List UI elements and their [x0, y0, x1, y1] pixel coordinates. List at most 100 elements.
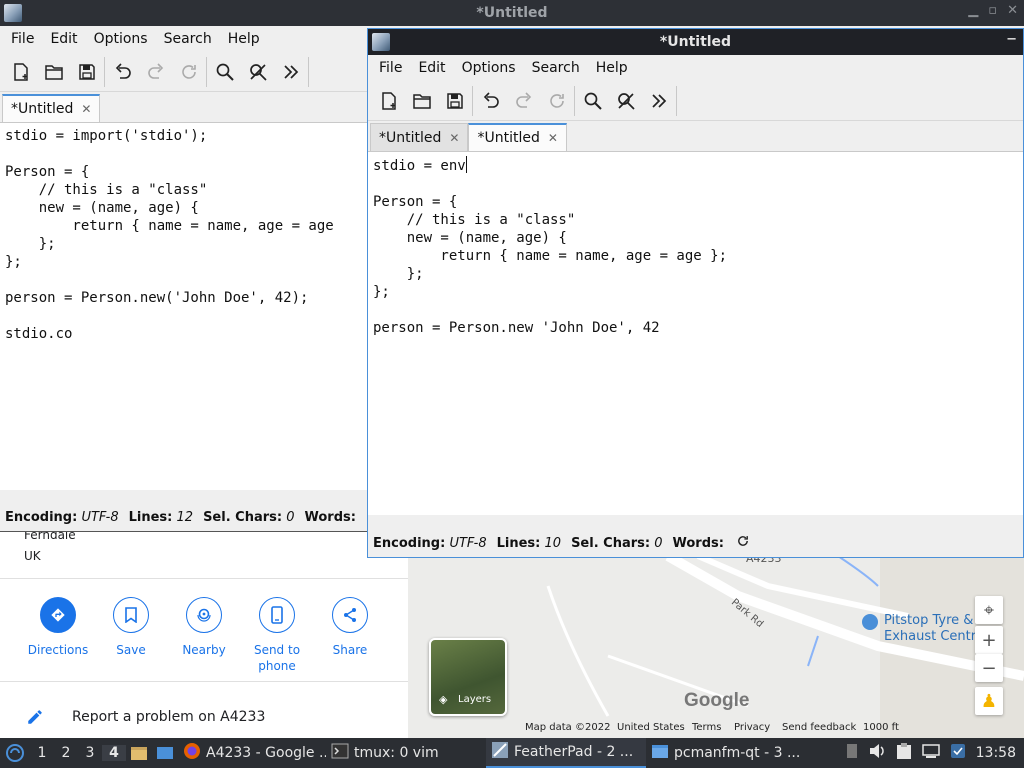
task-featherpad[interactable]: FeatherPad - 2 ... — [486, 738, 646, 768]
save-icon[interactable] — [70, 56, 103, 88]
file-manager-launcher-icon[interactable] — [126, 745, 152, 761]
reload-icon[interactable] — [172, 56, 205, 88]
minimize-icon[interactable]: ▁ — [968, 3, 978, 18]
undo-icon[interactable] — [474, 85, 507, 117]
task-terminal[interactable]: tmux: 0 vim — [326, 738, 486, 768]
text-caret — [465, 156, 467, 173]
start-menu-icon[interactable] — [0, 743, 30, 763]
reload-icon[interactable] — [540, 85, 573, 117]
maximize-icon[interactable]: ▫ — [988, 3, 997, 18]
directions-button[interactable]: Directions — [22, 597, 94, 658]
find-replace-icon[interactable] — [241, 56, 274, 88]
report-problem-link[interactable]: Report a problem on A4233 — [72, 709, 265, 725]
sel-chars-value: 0 — [654, 535, 663, 551]
zoom-out-button[interactable]: − — [975, 654, 1003, 682]
more-chevron-icon[interactable] — [274, 56, 307, 88]
redo-icon[interactable] — [139, 56, 172, 88]
toolbar-separator — [104, 56, 105, 87]
sel-chars-value: 0 — [286, 509, 295, 525]
title-bar[interactable]: *Untitled − — [368, 29, 1023, 55]
tab-untitled-1[interactable]: *Untitled ✕ — [370, 123, 469, 151]
task-file-manager[interactable]: pcmanfm-qt - 3 ... — [646, 738, 806, 768]
poi-label[interactable]: Pitstop Tyre & Exhaust Centre — [884, 613, 984, 645]
minimize-icon[interactable]: − — [1006, 32, 1017, 47]
tab-label: *Untitled — [477, 130, 540, 146]
save-place-button[interactable]: Save — [95, 597, 167, 658]
send-feedback-link[interactable]: Send feedback — [782, 722, 856, 733]
open-folder-icon[interactable] — [405, 85, 438, 117]
menu-file[interactable]: File — [3, 31, 42, 47]
new-file-icon[interactable] — [372, 85, 405, 117]
share-button[interactable]: Share — [314, 597, 386, 658]
menu-help[interactable]: Help — [220, 31, 268, 47]
editor-text: stdio = import('stdio'); Person = { // t… — [5, 128, 334, 342]
pencil-icon — [26, 708, 44, 730]
refresh-words-icon[interactable] — [736, 534, 750, 552]
window-title: *Untitled — [476, 5, 548, 21]
workspace-3[interactable]: 3 — [78, 745, 102, 761]
menu-search[interactable]: Search — [156, 31, 220, 47]
menu-bar: File Edit Options Search Help — [368, 55, 1023, 81]
menu-help[interactable]: Help — [588, 60, 636, 76]
window-switcher-icon[interactable] — [846, 743, 858, 763]
volume-icon[interactable] — [868, 743, 886, 763]
taskbar: 1 2 3 4 A4233 - Google ... tmux: 0 vim F… — [0, 738, 1024, 768]
workspace-4[interactable]: 4 — [102, 745, 126, 761]
find-replace-icon[interactable] — [609, 85, 642, 117]
featherpad-icon — [4, 4, 22, 22]
save-icon[interactable] — [438, 85, 471, 117]
workspace-2[interactable]: 2 — [54, 745, 78, 761]
layers-button[interactable]: ◈ Layers — [429, 638, 507, 716]
layers-label: Layers — [458, 694, 492, 705]
menu-options[interactable]: Options — [86, 31, 156, 47]
menu-search[interactable]: Search — [524, 60, 588, 76]
terms-link[interactable]: Terms — [692, 722, 721, 733]
terminal-icon — [331, 743, 349, 763]
menu-file[interactable]: File — [371, 60, 410, 76]
more-chevron-icon[interactable] — [642, 85, 675, 117]
title-bar[interactable]: *Untitled ▁ ▫ ✕ — [0, 0, 1024, 26]
poi-marker-icon[interactable] — [862, 614, 878, 630]
redo-icon[interactable] — [507, 85, 540, 117]
map-view[interactable]: A4233 Park Rd Pitstop Tyre & Exhaust Cen… — [408, 556, 1024, 738]
clock[interactable]: 13:58 — [976, 745, 1016, 761]
my-location-icon[interactable]: ⌖ — [975, 596, 1003, 624]
new-file-icon[interactable] — [4, 56, 37, 88]
lines-value: 10 — [544, 535, 562, 551]
featherpad-window-front[interactable]: *Untitled − File Edit Options Search Hel… — [367, 28, 1024, 558]
zoom-in-button[interactable]: + — [975, 626, 1003, 654]
tab-untitled[interactable]: *Untitled ✕ — [2, 94, 101, 122]
clipboard-icon[interactable] — [896, 742, 912, 764]
system-tray: 13:58 — [846, 742, 1024, 764]
close-tab-icon[interactable]: ✕ — [449, 131, 459, 145]
close-tab-icon[interactable]: ✕ — [548, 131, 558, 145]
tab-untitled-2[interactable]: *Untitled ✕ — [468, 123, 567, 151]
task-firefox[interactable]: A4233 - Google ... — [178, 738, 326, 768]
window-title: *Untitled — [659, 34, 732, 50]
menu-edit[interactable]: Edit — [410, 60, 453, 76]
undo-icon[interactable] — [106, 56, 139, 88]
network-icon[interactable] — [921, 743, 940, 763]
open-folder-icon[interactable] — [37, 56, 70, 88]
toolbar-separator — [676, 85, 677, 116]
menu-edit[interactable]: Edit — [42, 31, 85, 47]
find-icon[interactable] — [208, 56, 241, 88]
text-editor[interactable]: stdio = env Person = { // this is a "cla… — [368, 151, 1023, 515]
close-tab-icon[interactable]: ✕ — [81, 102, 91, 116]
find-icon[interactable] — [576, 85, 609, 117]
featherpad-icon — [372, 33, 390, 51]
pegman-icon[interactable]: ♟ — [975, 687, 1003, 715]
nearby-button[interactable]: Nearby — [168, 597, 240, 658]
update-notifier-icon[interactable] — [950, 743, 966, 763]
scale-label: 1000 ft — [863, 722, 899, 733]
workspace-1[interactable]: 1 — [30, 745, 54, 761]
featherpad-icon — [491, 741, 509, 763]
map-data-credit: Map data ©2022 — [525, 722, 611, 733]
toolbar-separator — [308, 56, 309, 87]
firefox-icon — [183, 742, 201, 764]
send-to-phone-button[interactable]: Send to phone — [241, 597, 313, 674]
close-icon[interactable]: ✕ — [1007, 3, 1018, 18]
show-desktop-icon[interactable] — [152, 746, 178, 760]
privacy-link[interactable]: Privacy — [734, 722, 770, 733]
menu-options[interactable]: Options — [454, 60, 524, 76]
